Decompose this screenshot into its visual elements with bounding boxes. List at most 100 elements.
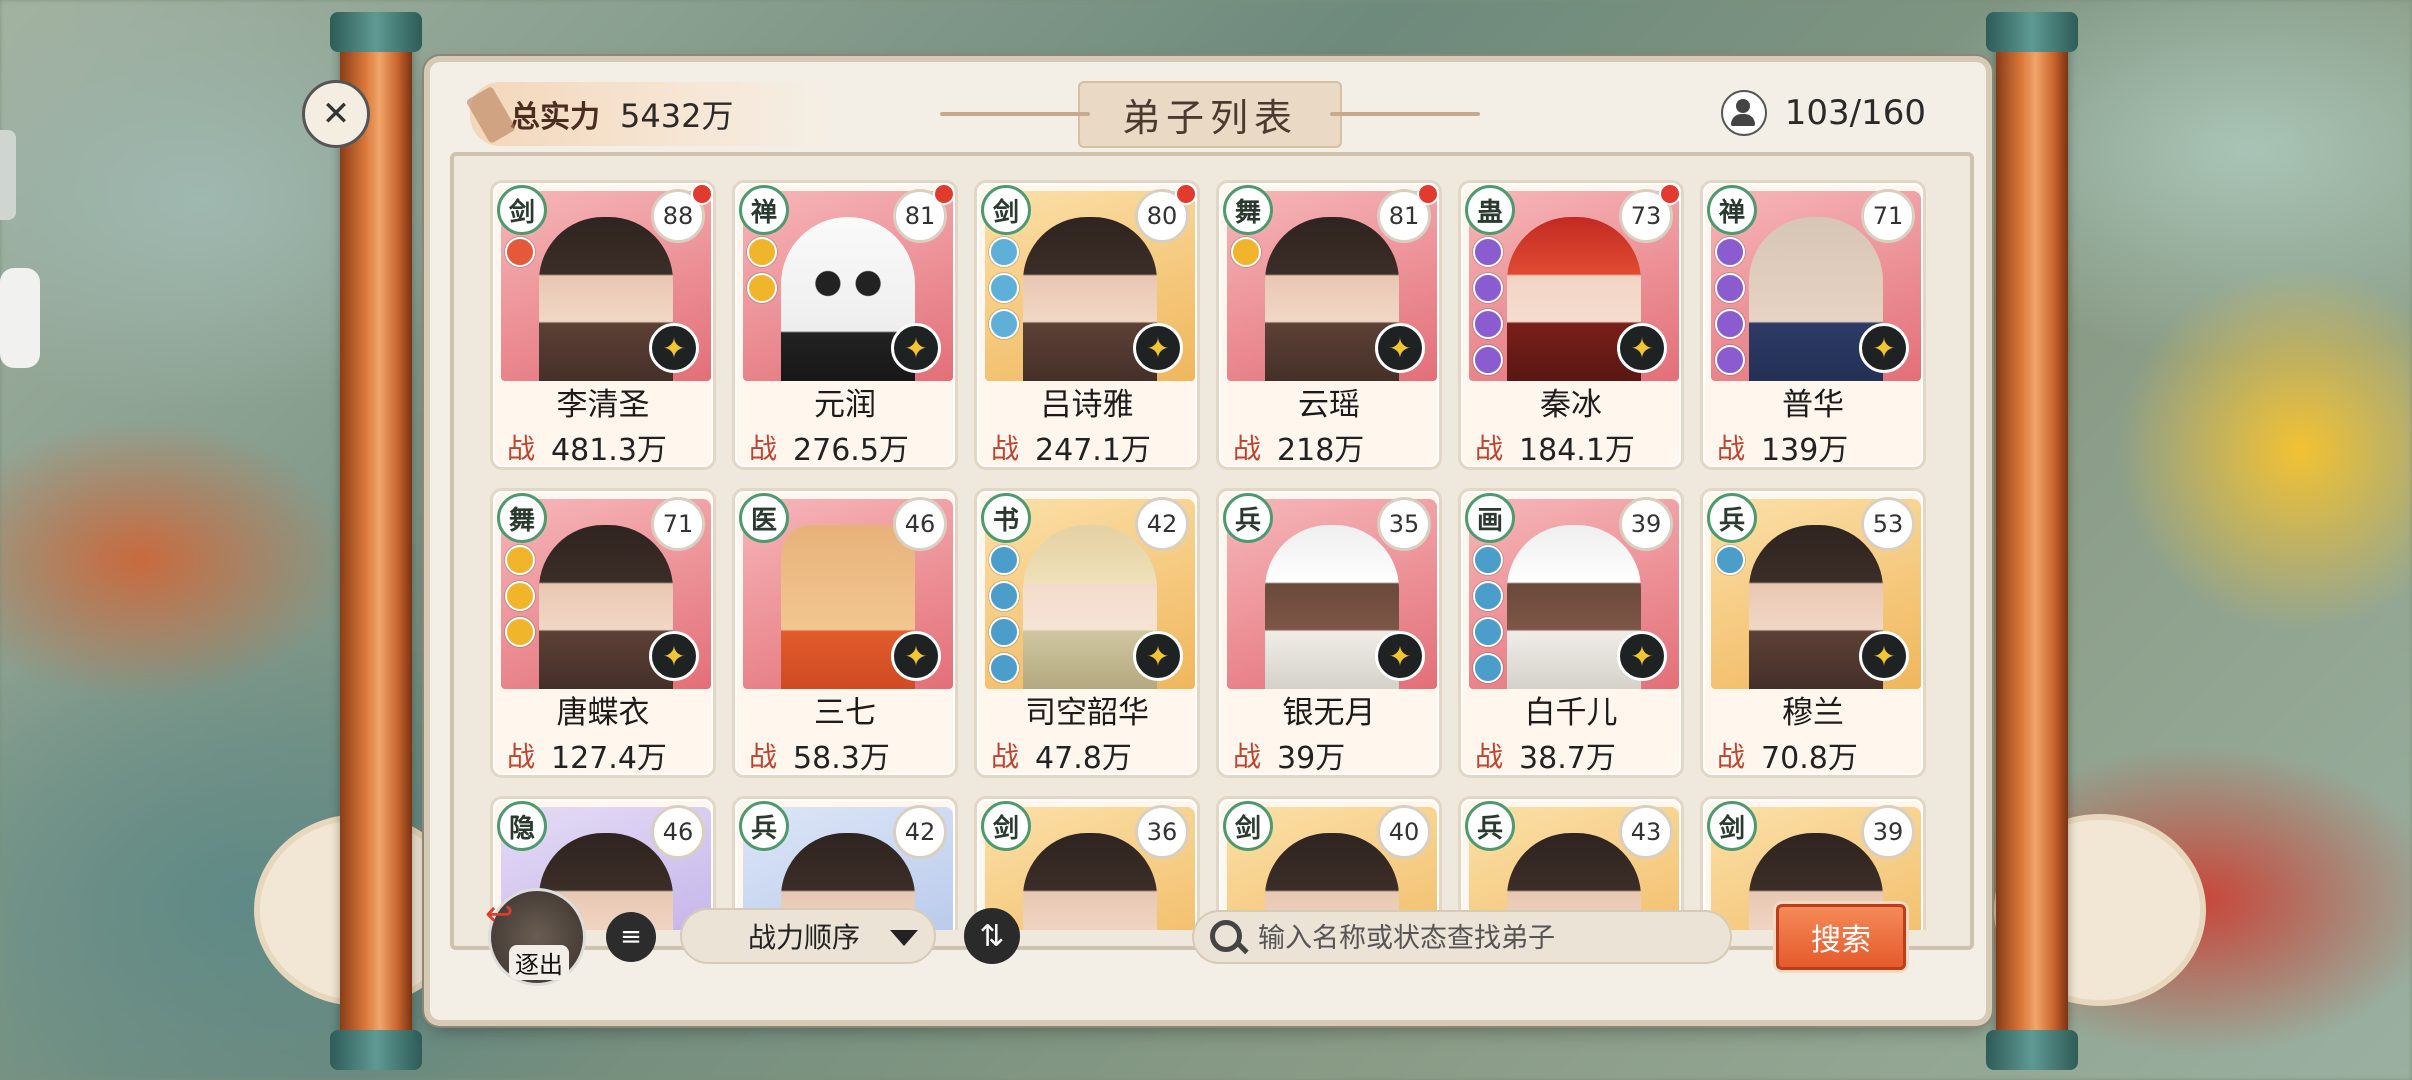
- talent-dot-icon: [1231, 237, 1261, 267]
- disciple-card[interactable]: 禅 71 ✦ 普华战 139万: [1700, 180, 1926, 470]
- disciple-power-row: 战 47.8万: [991, 733, 1187, 775]
- star-icon: ✦: [891, 631, 941, 681]
- level-badge: 35: [1377, 497, 1431, 551]
- total-power-value: 5432万: [620, 97, 734, 135]
- exit-disciple-button[interactable]: ↩ 逐出: [485, 888, 586, 986]
- level-badge: 46: [651, 805, 705, 859]
- disciple-grid[interactable]: 剑 88 ✦ 李清圣战 481.3万禅 81 ✦ 元润战 276.5万剑 80 ✦ 吕诗雅战 247.1…: [490, 180, 1960, 930]
- talent-dot-icon: [989, 273, 1019, 303]
- list-filter-icon[interactable]: ≡: [606, 912, 656, 962]
- disciple-card[interactable]: 舞 71 ✦ 唐蝶衣战 127.4万: [490, 488, 716, 778]
- talent-dots: [1231, 237, 1261, 267]
- sect-badge: 隐: [497, 801, 547, 851]
- sect-badge: 医: [739, 493, 789, 543]
- power-value: 127.4万: [551, 741, 667, 776]
- sect-badge: 剑: [1223, 801, 1273, 851]
- power-label: 战: [991, 432, 1020, 465]
- background-character: [0, 268, 40, 368]
- disciple-name: 秦冰: [1540, 387, 1602, 423]
- disciple-card[interactable]: 蛊 73 ✦ 秦冰战 184.1万: [1458, 180, 1684, 470]
- disciple-card[interactable]: 剑 80 ✦ 吕诗雅战 247.1万: [974, 180, 1200, 470]
- talent-dots: [1715, 237, 1745, 375]
- power-label: 战: [1233, 432, 1262, 465]
- talent-dot-icon: [1715, 309, 1745, 339]
- sect-badge: 兵: [1223, 493, 1273, 543]
- sort-dropdown[interactable]: 战力顺序: [680, 908, 936, 964]
- power-value: 39万: [1277, 741, 1346, 776]
- disciple-name: 元润: [814, 387, 876, 423]
- title-plate: 弟子列表: [1077, 80, 1342, 148]
- search-button[interactable]: 搜索: [1776, 904, 1906, 970]
- star-icon: ✦: [891, 323, 941, 373]
- disciple-power-row: 战 38.7万: [1475, 733, 1671, 776]
- level-badge: 39: [1861, 805, 1915, 859]
- sort-order-toggle-icon[interactable]: ⇅: [964, 908, 1020, 964]
- talent-dot-icon: [989, 617, 1019, 647]
- disciple-card[interactable]: 剑 88 ✦ 李清圣战 481.3万: [490, 180, 716, 470]
- talent-dot-icon: [505, 237, 535, 267]
- return-arrow-icon: ↩: [485, 894, 514, 934]
- disciple-power-row: 战 58.3万: [749, 733, 945, 776]
- level-badge: 43: [1619, 805, 1673, 859]
- disciple-card[interactable]: 剑 36: [974, 796, 1200, 930]
- sect-badge: 舞: [497, 493, 547, 543]
- sect-badge: 兵: [1465, 801, 1515, 851]
- sect-badge: 剑: [1707, 801, 1757, 851]
- disciple-count: 103/160: [1720, 90, 1926, 136]
- level-badge: 71: [1861, 189, 1915, 243]
- disciple-card[interactable]: 医 46 ✦ 三七战 58.3万: [732, 488, 958, 778]
- talent-dots: [505, 545, 535, 647]
- disciple-power-row: 战 276.5万: [749, 425, 945, 468]
- power-value: 218万: [1277, 433, 1365, 468]
- talent-dot-icon: [1715, 545, 1745, 575]
- sect-badge: 禅: [739, 185, 789, 235]
- side-handle[interactable]: [0, 130, 16, 220]
- talent-dot-icon: [1473, 581, 1503, 611]
- page-title: 弟子列表: [1121, 95, 1298, 140]
- sort-label: 战力顺序: [748, 921, 861, 954]
- disciple-name: 三七: [814, 695, 876, 731]
- star-icon: ✦: [649, 323, 699, 373]
- star-icon: ✦: [1133, 323, 1183, 373]
- power-value: 38.7万: [1519, 741, 1616, 776]
- talent-dot-icon: [989, 653, 1019, 683]
- star-icon: ✦: [1375, 631, 1425, 681]
- disciple-power-row: 战 184.1万: [1475, 425, 1671, 468]
- power-value: 58.3万: [793, 741, 890, 776]
- talent-dots: [1715, 545, 1745, 575]
- talent-dot-icon: [505, 617, 535, 647]
- level-badge: 40: [1377, 805, 1431, 859]
- power-label: 战: [1475, 432, 1504, 465]
- disciple-name: 李清圣: [556, 387, 650, 423]
- disciple-card[interactable]: 舞 81 ✦ 云瑶战 218万: [1216, 180, 1442, 470]
- sect-badge: 兵: [739, 801, 789, 851]
- disciple-name: 云瑶: [1298, 387, 1360, 423]
- power-value: 70.8万: [1761, 741, 1858, 776]
- talent-dot-icon: [1473, 653, 1503, 683]
- talent-dot-icon: [1473, 309, 1503, 339]
- disciple-card[interactable]: 兵 35 ✦ 银无月战 39万: [1216, 488, 1442, 778]
- notification-dot: [1659, 183, 1681, 205]
- disciple-card[interactable]: 禅 81 ✦ 元润战 276.5万: [732, 180, 958, 470]
- sect-badge: 剑: [981, 801, 1031, 851]
- power-value: 276.5万: [793, 433, 909, 468]
- sect-badge: 书: [981, 493, 1031, 543]
- disciple-card[interactable]: 兵 53 ✦ 穆兰战 70.8万: [1700, 488, 1926, 778]
- scroll-rod-right: [1986, 12, 2078, 1070]
- power-value: 184.1万: [1519, 433, 1635, 468]
- talent-dot-icon: [505, 545, 535, 575]
- search-input[interactable]: [1256, 916, 1710, 960]
- star-icon: ✦: [1859, 323, 1909, 373]
- notification-dot: [691, 183, 713, 205]
- power-label: 战: [507, 432, 536, 465]
- talent-dot-icon: [1715, 273, 1745, 303]
- search-field[interactable]: [1192, 910, 1732, 964]
- disciple-card[interactable]: 书 42 ✦ 司空韶华战 47.8万: [974, 488, 1200, 778]
- notification-dot: [1175, 183, 1197, 205]
- disciple-card[interactable]: 画 39 ✦ 白千儿战 38.7万: [1458, 488, 1684, 778]
- close-icon[interactable]: ✕: [302, 80, 370, 148]
- star-icon: ✦: [1133, 631, 1183, 681]
- level-badge: 46: [893, 497, 947, 551]
- level-badge: 39: [1619, 497, 1673, 551]
- person-icon: [1720, 90, 1767, 136]
